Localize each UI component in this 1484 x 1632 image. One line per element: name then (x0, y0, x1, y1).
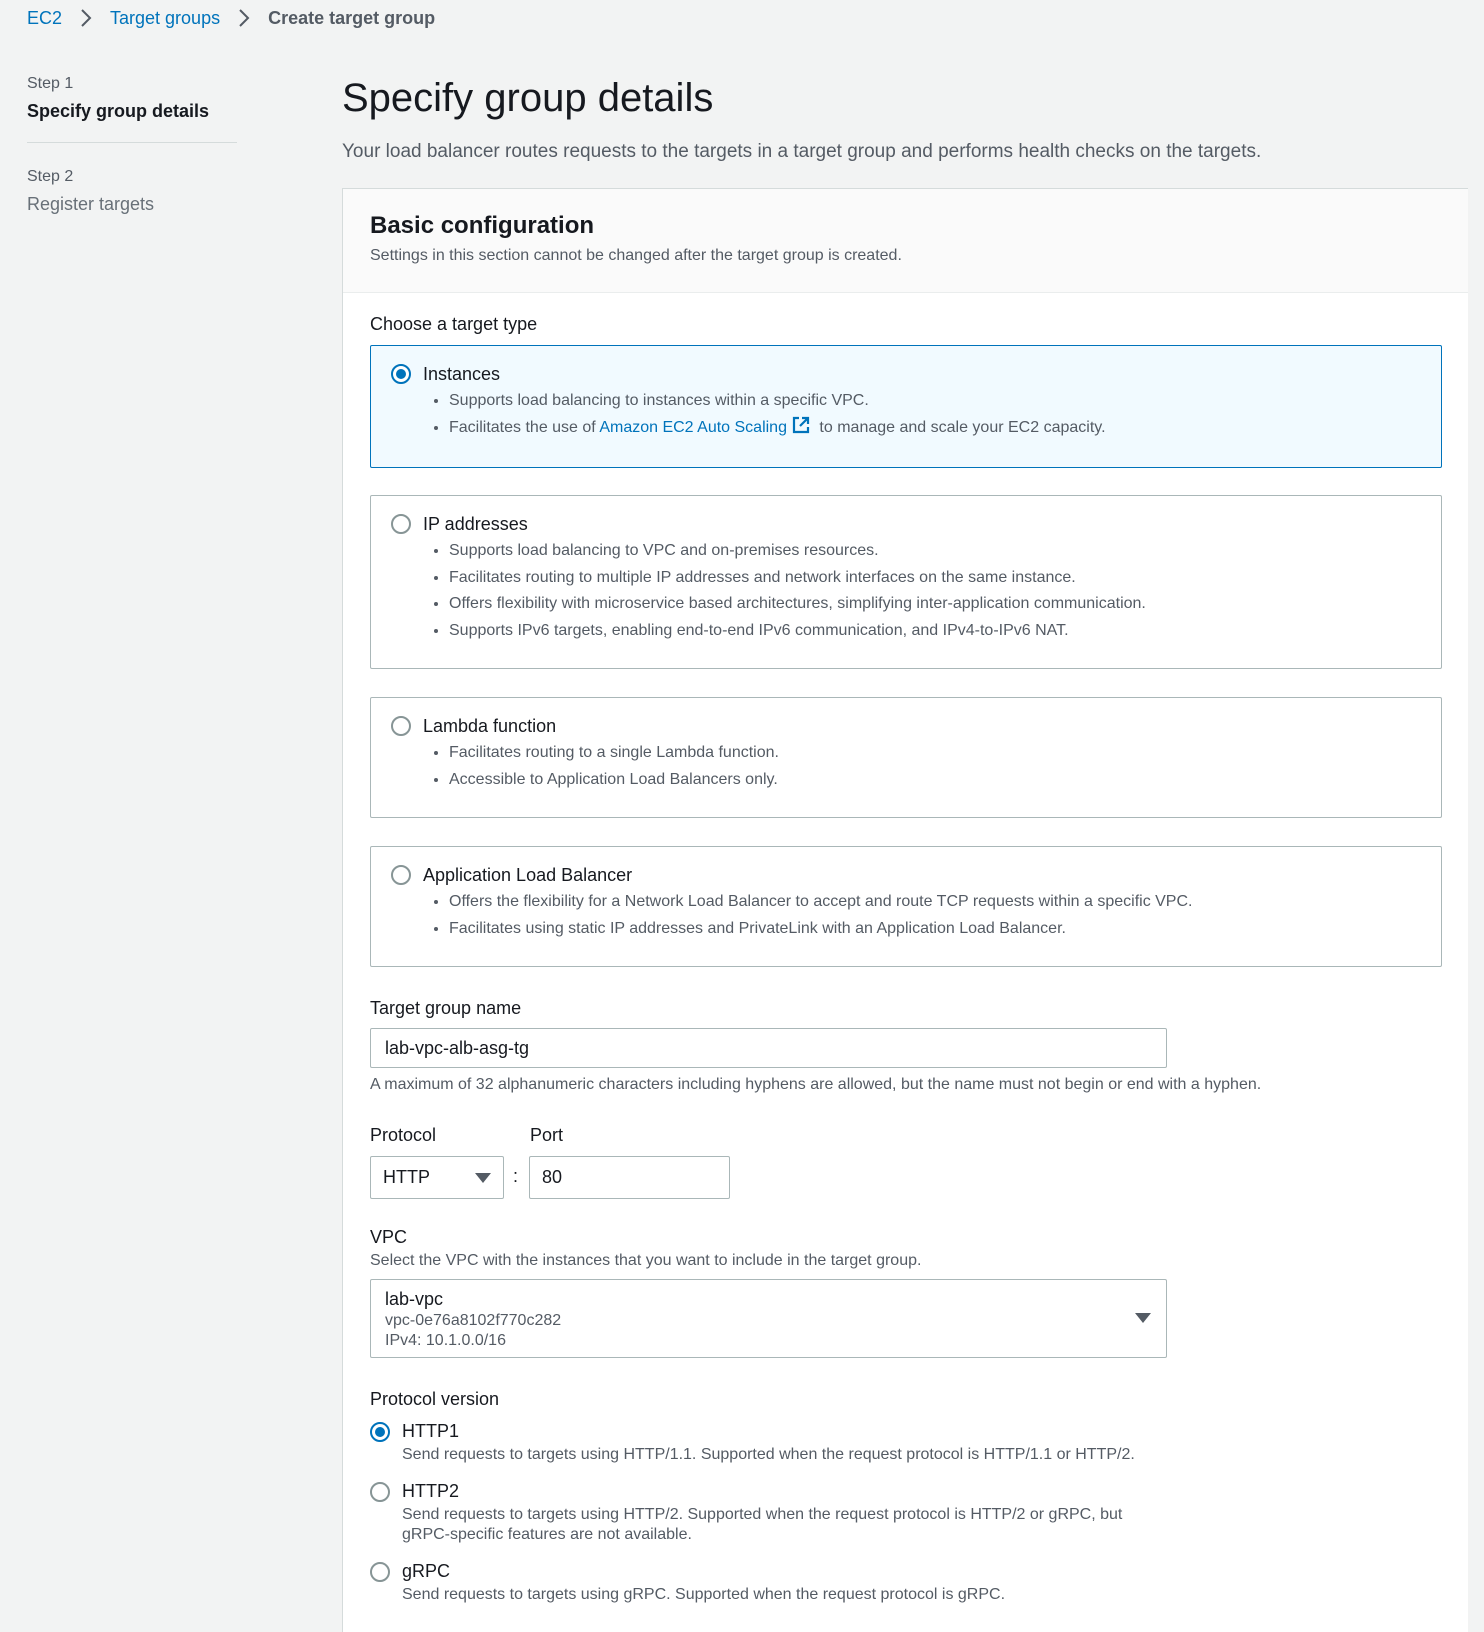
target-type-instances-tile[interactable]: Instances Supports load balancing to ins… (370, 345, 1442, 468)
target-group-name-value: lab-vpc-alb-asg-tg (385, 1037, 530, 1058)
http2-description: Send requests to targets using HTTP/2. S… (402, 1506, 1123, 1523)
target-type-ip-addresses-tile[interactable]: IP addresses Supports load balancing to … (370, 495, 1442, 669)
list-item: Offers the flexibility for a Network Loa… (449, 889, 1192, 916)
step-1: Step 1 Specify group details (27, 74, 237, 122)
breadcrumb: EC2 Target groups Create target group (27, 4, 435, 32)
bullet-text: Facilitates the use of (449, 418, 600, 436)
ip-addresses-bullets: Supports load balancing to VPC and on-pr… (449, 538, 1146, 644)
grpc-title: gRPC (402, 1561, 451, 1581)
protocol-version-label: Protocol version (370, 1389, 500, 1409)
grpc-description: Send requests to targets using gRPC. Sup… (402, 1586, 1006, 1603)
ip-addresses-title: IP addresses (423, 514, 528, 534)
breadcrumb-target-groups-link[interactable]: Target groups (110, 8, 220, 29)
port-separator: : (513, 1166, 519, 1186)
vpc-description: Select the VPC with the instances that y… (370, 1252, 922, 1269)
step-2-title: Register targets (27, 194, 155, 214)
vpc-name: lab-vpc (385, 1289, 444, 1309)
page-title: Specify group details (342, 76, 714, 120)
alb-title: Application Load Balancer (423, 865, 633, 885)
caret-down-icon (475, 1173, 491, 1183)
vpc-cidr: IPv4: 10.1.0.0/16 (385, 1332, 506, 1349)
http1-radio[interactable] (370, 1422, 390, 1442)
list-item: Accessible to Application Load Balancers… (449, 767, 779, 794)
breadcrumb-current: Create target group (268, 7, 436, 28)
amazon-ec2-auto-scaling-link[interactable]: Amazon EC2 Auto Scaling (599, 419, 787, 436)
step-1-number: Step 1 (27, 75, 74, 92)
target-group-name-input[interactable]: lab-vpc-alb-asg-tg (370, 1028, 1167, 1068)
page-description: Your load balancer routes requests to th… (342, 141, 1262, 162)
list-item: Facilitates routing to a single Lambda f… (449, 740, 779, 767)
list-item: Facilitates routing to multiple IP addre… (449, 565, 1146, 592)
port-value: 80 (542, 1167, 563, 1187)
http2-radio[interactable] (370, 1482, 390, 1502)
step-divider (27, 142, 237, 143)
panel-title: Basic configuration (370, 212, 595, 239)
protocol-label: Protocol (370, 1125, 437, 1145)
vpc-label: VPC (370, 1227, 408, 1247)
target-group-name-label: Target group name (370, 998, 522, 1018)
step-1-title: Specify group details (27, 101, 210, 121)
wizard-steps: Step 1 Specify group details Step 2 Regi… (27, 74, 237, 215)
list-item: Supports load balancing to instances wit… (449, 388, 1106, 415)
instances-bullets: Supports load balancing to instances wit… (449, 388, 1106, 444)
target-type-lambda-tile[interactable]: Lambda function Facilitates routing to a… (370, 697, 1442, 818)
alb-bullets: Offers the flexibility for a Network Loa… (449, 889, 1192, 942)
external-link-icon (791, 415, 811, 445)
target-type-label: Choose a target type (370, 314, 538, 334)
step-2: Step 2 Register targets (27, 167, 237, 215)
grpc-radio[interactable] (370, 1562, 390, 1582)
list-item: Facilitates the use of Amazon EC2 Auto S… (449, 415, 1106, 445)
breadcrumb-ec2-link[interactable]: EC2 (27, 8, 62, 29)
protocol-select[interactable]: HTTP (370, 1156, 504, 1199)
http2-description-cont: gRPC-specific features are not available… (402, 1526, 692, 1543)
port-input[interactable]: 80 (529, 1156, 730, 1199)
caret-down-icon (1135, 1313, 1151, 1323)
protocol-value: HTTP (383, 1167, 430, 1187)
ip-addresses-radio[interactable] (391, 514, 411, 534)
instances-title: Instances (423, 364, 501, 384)
http2-title: HTTP2 (402, 1481, 460, 1501)
bullet-text: to manage and scale your EC2 capacity. (814, 418, 1106, 436)
vpc-select[interactable]: lab-vpc vpc-0e76a8102f770c282 IPv4: 10.1… (370, 1279, 1167, 1358)
step-2-number: Step 2 (27, 168, 74, 185)
list-item: Supports IPv6 targets, enabling end-to-e… (449, 618, 1146, 645)
panel-subtitle: Settings in this section cannot be chang… (370, 247, 902, 264)
basic-configuration-panel: Basic configuration Settings in this sec… (342, 188, 1468, 1632)
target-type-alb-tile[interactable]: Application Load Balancer Offers the fle… (370, 846, 1442, 967)
chevron-right-icon (230, 8, 258, 28)
lambda-radio[interactable] (391, 716, 411, 736)
alb-radio[interactable] (391, 865, 411, 885)
list-item: Supports load balancing to VPC and on-pr… (449, 538, 1146, 565)
http1-title: HTTP1 (402, 1421, 460, 1441)
lambda-bullets: Facilitates routing to a single Lambda f… (449, 740, 779, 793)
port-label: Port (530, 1125, 564, 1145)
panel-header: Basic configuration Settings in this sec… (343, 189, 1468, 293)
target-group-name-hint: A maximum of 32 alphanumeric characters … (370, 1076, 1262, 1093)
http1-description: Send requests to targets using HTTP/1.1.… (402, 1446, 1135, 1463)
chevron-right-icon (72, 8, 100, 28)
instances-radio[interactable] (391, 364, 411, 384)
vpc-id: vpc-0e76a8102f770c282 (385, 1312, 562, 1329)
lambda-title: Lambda function (423, 716, 557, 736)
list-item: Offers flexibility with microservice bas… (449, 591, 1146, 618)
list-item: Facilitates using static IP addresses an… (449, 916, 1192, 943)
